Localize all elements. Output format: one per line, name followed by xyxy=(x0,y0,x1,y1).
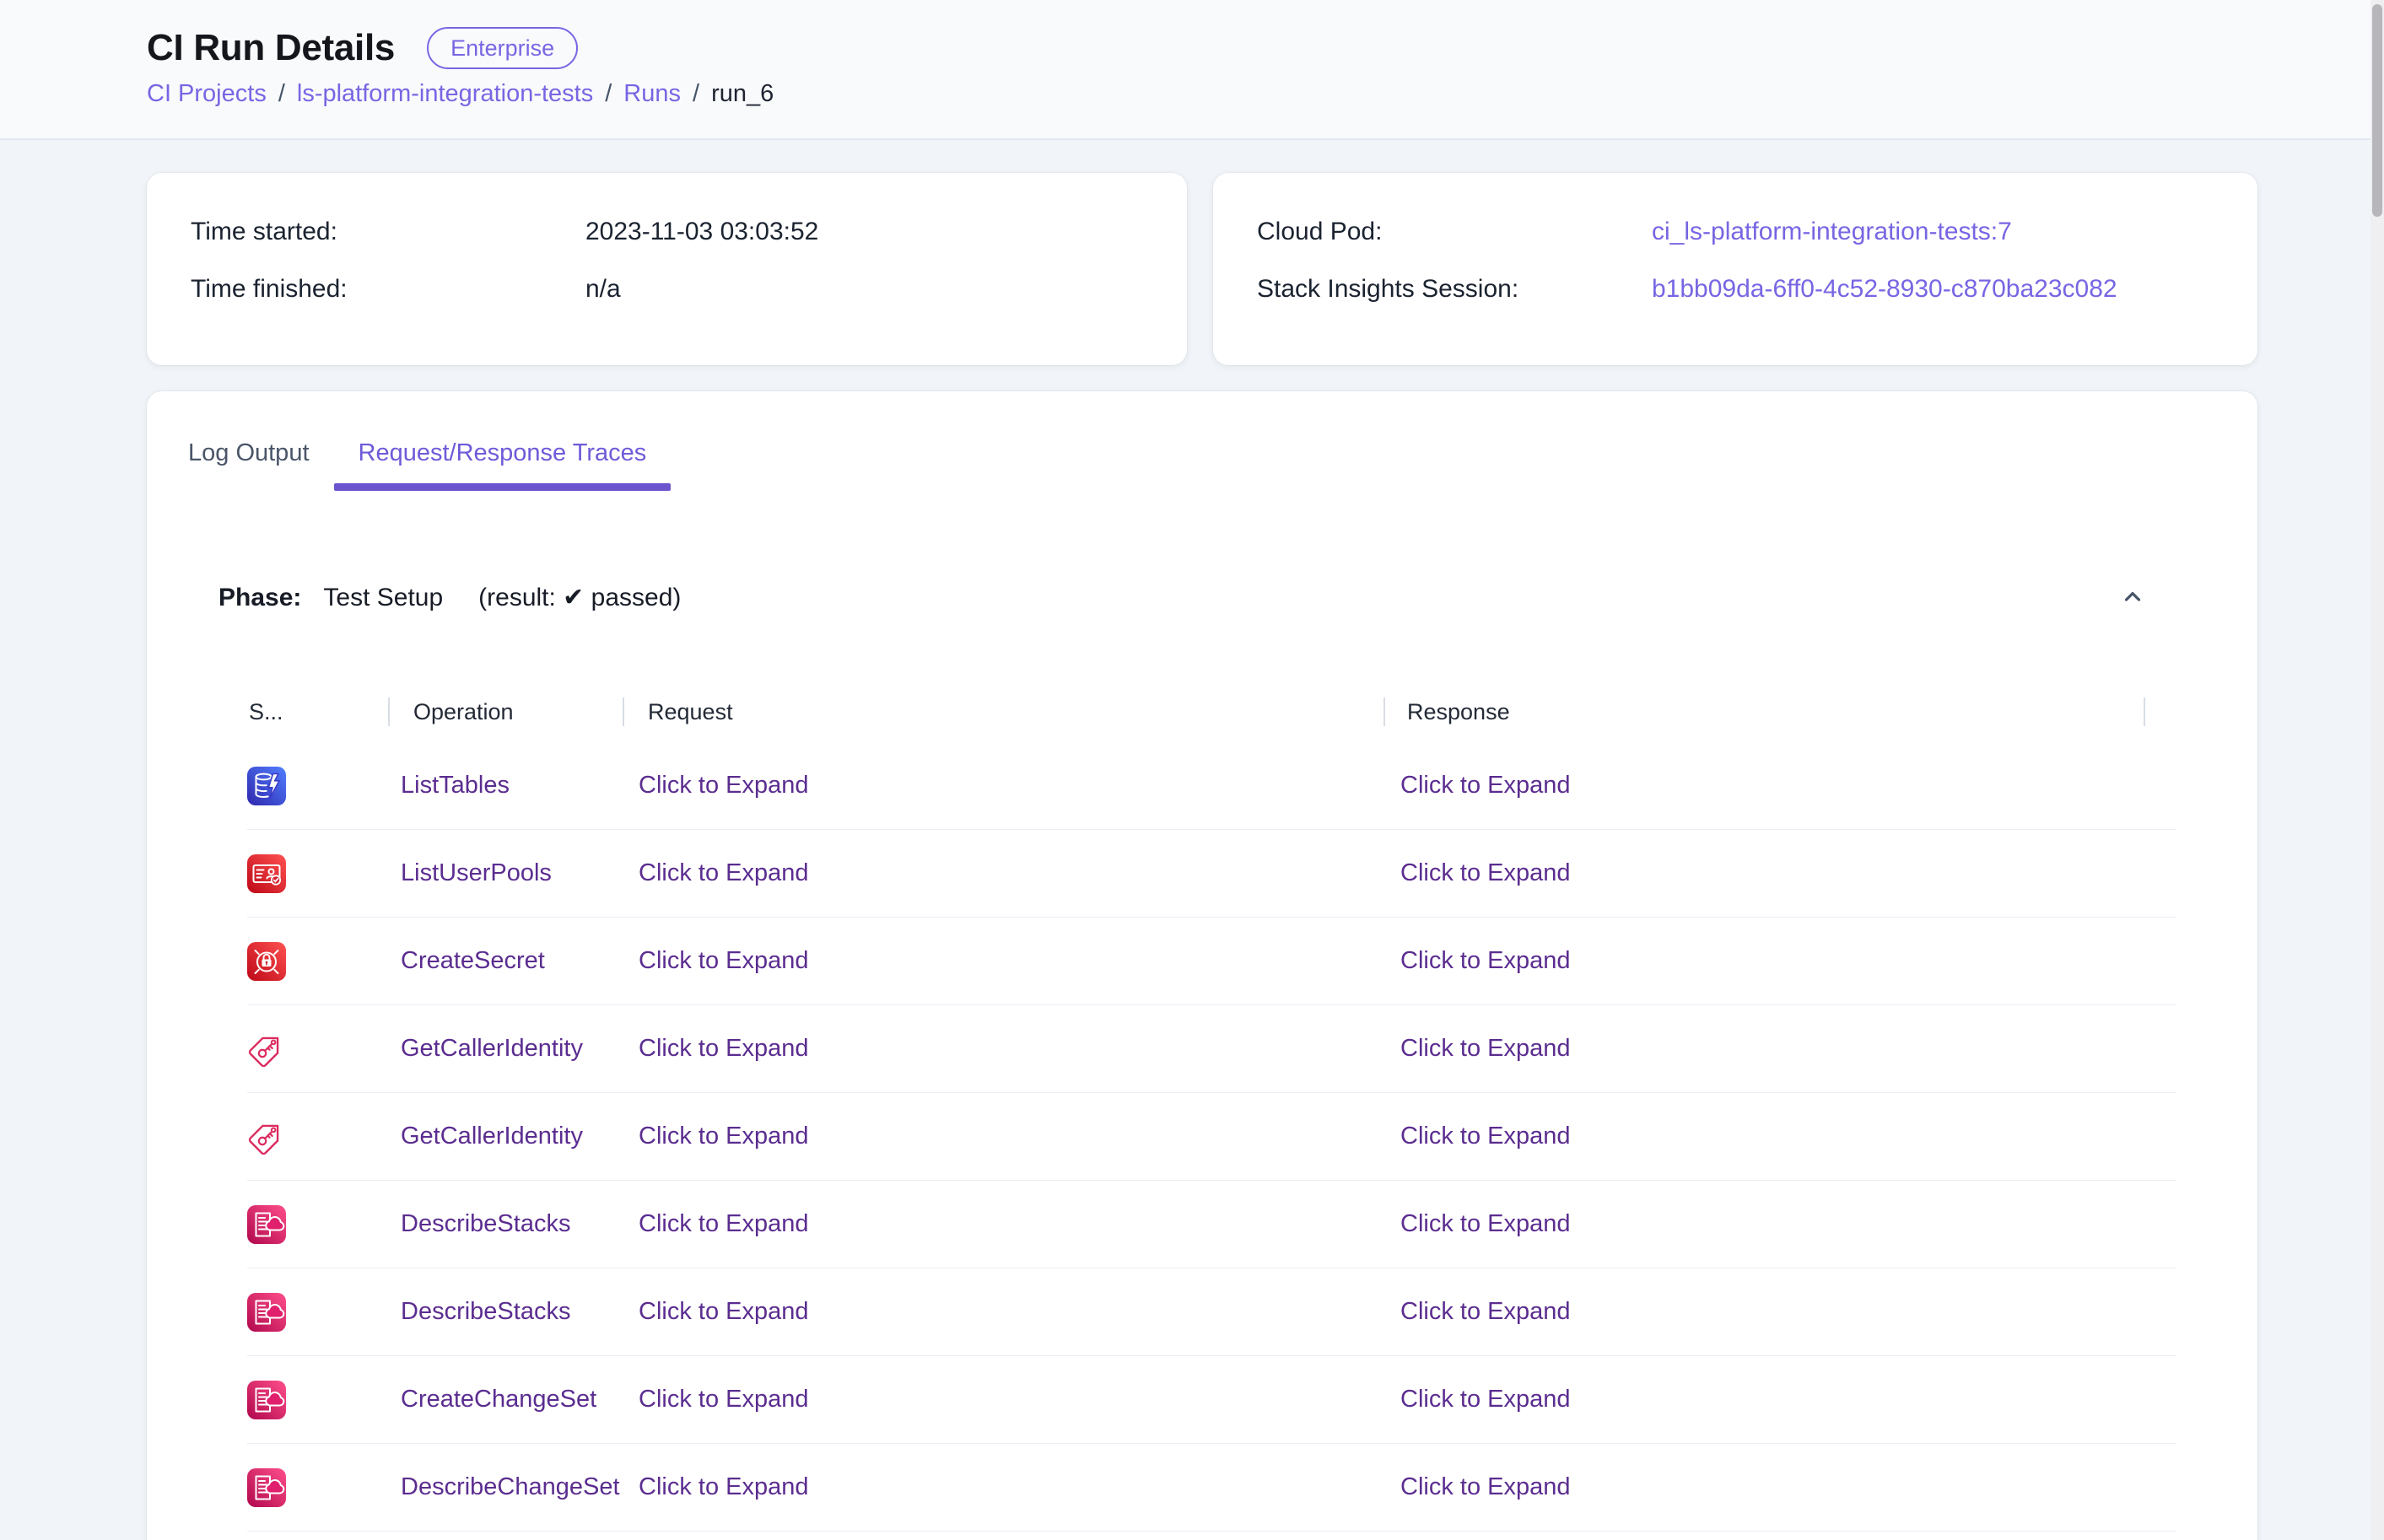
request-expand-link[interactable]: Click to Expand xyxy=(639,1210,809,1238)
operation-label: ListUserPools xyxy=(401,859,552,887)
time-started-value: 2023-11-03 03:03:52 xyxy=(585,215,818,249)
phase-title: Phase: Test Setup (result: ✔ passed) xyxy=(218,583,681,612)
tab-label: Request/Response Traces xyxy=(359,439,647,467)
stack-insights-link[interactable]: b1bb09da-6ff0-4c52-8930-c870ba23c082 xyxy=(1652,272,2117,306)
table-row: ListTables Click to Expand Click to Expa… xyxy=(247,742,2176,830)
breadcrumb-separator: / xyxy=(278,80,285,108)
dynamodb-icon xyxy=(247,767,286,805)
run-times-card: Time started: 2023-11-03 03:03:52 Time f… xyxy=(147,173,1187,365)
tab-bar: Log Output Request/Response Traces xyxy=(164,415,2257,491)
request-expand-link[interactable]: Click to Expand xyxy=(639,1123,809,1150)
summary-cards-row: Time started: 2023-11-03 03:03:52 Time f… xyxy=(147,173,2384,365)
response-expand-link[interactable]: Click to Expand xyxy=(1400,1386,1571,1413)
breadcrumb-separator: / xyxy=(605,80,612,108)
table-body: ListTables Click to Expand Click to Expa… xyxy=(247,742,2176,1532)
title-row: CI Run Details Enterprise xyxy=(147,24,2384,73)
secretsmanager-icon xyxy=(247,942,286,981)
sts-icon xyxy=(247,1117,286,1156)
time-finished-label: Time finished: xyxy=(191,272,585,306)
page-title: CI Run Details xyxy=(147,27,395,69)
enterprise-badge: Enterprise xyxy=(427,27,578,69)
request-expand-link[interactable]: Click to Expand xyxy=(639,1035,809,1063)
operation-label: DescribeChangeSet xyxy=(401,1473,620,1501)
breadcrumb-project[interactable]: ls-platform-integration-tests xyxy=(297,80,593,108)
request-expand-link[interactable]: Click to Expand xyxy=(639,1298,809,1326)
breadcrumb-separator: / xyxy=(693,80,699,108)
column-header-service: S... xyxy=(247,699,388,725)
phase-name: Test Setup xyxy=(323,584,443,612)
cloudformation-icon xyxy=(247,1205,286,1244)
operation-label: GetCallerIdentity xyxy=(401,1035,583,1063)
operation-label: CreateSecret xyxy=(401,947,545,975)
response-expand-link[interactable]: Click to Expand xyxy=(1400,1210,1571,1238)
response-expand-link[interactable]: Click to Expand xyxy=(1400,772,1571,800)
response-expand-link[interactable]: Click to Expand xyxy=(1400,1473,1571,1501)
cloud-pod-row: Cloud Pod: ci_ls-platform-integration-te… xyxy=(1257,215,2257,249)
operation-label: DescribeStacks xyxy=(401,1298,570,1326)
breadcrumb-runs[interactable]: Runs xyxy=(623,80,681,108)
request-expand-link[interactable]: Click to Expand xyxy=(639,772,809,800)
stack-insights-label: Stack Insights Session: xyxy=(1257,272,1652,306)
column-separator xyxy=(2144,697,2145,726)
chevron-up-icon xyxy=(2120,584,2145,610)
page-scrollbar-thumb[interactable] xyxy=(2372,4,2382,217)
operation-label: ListTables xyxy=(401,772,510,800)
phase-label: Phase: xyxy=(218,584,301,612)
breadcrumb-current-run: run_6 xyxy=(711,80,774,108)
breadcrumb: CI Projects / ls-platform-integration-te… xyxy=(147,80,2384,108)
time-finished-value: n/a xyxy=(585,272,621,306)
phase-result: (result: ✔ passed) xyxy=(478,583,681,612)
table-row: CreateChangeSet Click to Expand Click to… xyxy=(247,1356,2176,1444)
active-tab-indicator xyxy=(334,483,672,491)
time-started-label: Time started: xyxy=(191,215,585,249)
time-started-row: Time started: 2023-11-03 03:03:52 xyxy=(191,215,1187,249)
operation-label: DescribeStacks xyxy=(401,1210,570,1238)
trace-table: S... Operation Request Response xyxy=(247,695,2176,1532)
collapse-phase-button[interactable] xyxy=(2117,582,2148,612)
table-header-row: S... Operation Request Response xyxy=(247,695,2176,729)
column-header-response: Response xyxy=(1385,699,2144,725)
run-links-card: Cloud Pod: ci_ls-platform-integration-te… xyxy=(1213,173,2257,365)
sts-icon xyxy=(247,1030,286,1069)
page-header: CI Run Details Enterprise CI Projects / … xyxy=(0,0,2384,140)
page-scrollbar-track xyxy=(2371,0,2384,1540)
cloudformation-icon xyxy=(247,1468,286,1507)
table-row: CreateSecret Click to Expand Click to Ex… xyxy=(247,918,2176,1005)
table-row: DescribeStacks Click to Expand Click to … xyxy=(247,1181,2176,1268)
cloud-pod-label: Cloud Pod: xyxy=(1257,215,1652,249)
stack-insights-row: Stack Insights Session: b1bb09da-6ff0-4c… xyxy=(1257,272,2257,306)
time-finished-row: Time finished: n/a xyxy=(191,272,1187,306)
breadcrumb-ci-projects[interactable]: CI Projects xyxy=(147,80,267,108)
table-row: GetCallerIdentity Click to Expand Click … xyxy=(247,1005,2176,1093)
request-expand-link[interactable]: Click to Expand xyxy=(639,1473,809,1501)
operation-label: CreateChangeSet xyxy=(401,1386,596,1413)
column-header-request: Request xyxy=(624,699,1383,725)
tab-log-output[interactable]: Log Output xyxy=(164,415,334,491)
request-expand-link[interactable]: Click to Expand xyxy=(639,859,809,887)
response-expand-link[interactable]: Click to Expand xyxy=(1400,947,1571,975)
phase-header: Phase: Test Setup (result: ✔ passed) xyxy=(218,582,2148,612)
table-row: DescribeChangeSet Click to Expand Click … xyxy=(247,1444,2176,1532)
cloud-pod-link[interactable]: ci_ls-platform-integration-tests:7 xyxy=(1652,215,2012,249)
response-expand-link[interactable]: Click to Expand xyxy=(1400,1123,1571,1150)
operation-label: GetCallerIdentity xyxy=(401,1123,583,1150)
table-row: GetCallerIdentity Click to Expand Click … xyxy=(247,1093,2176,1181)
request-expand-link[interactable]: Click to Expand xyxy=(639,1386,809,1413)
response-expand-link[interactable]: Click to Expand xyxy=(1400,1035,1571,1063)
column-header-operation: Operation xyxy=(390,699,623,725)
table-row: DescribeStacks Click to Expand Click to … xyxy=(247,1268,2176,1356)
response-expand-link[interactable]: Click to Expand xyxy=(1400,1298,1571,1326)
cognito-icon xyxy=(247,854,286,893)
tab-request-response-traces[interactable]: Request/Response Traces xyxy=(334,415,672,491)
cloudformation-icon xyxy=(247,1381,286,1419)
cloudformation-icon xyxy=(247,1293,286,1332)
traces-card: Log Output Request/Response Traces Phase… xyxy=(147,391,2257,1540)
table-row: ListUserPools Click to Expand Click to E… xyxy=(247,830,2176,918)
response-expand-link[interactable]: Click to Expand xyxy=(1400,859,1571,887)
request-expand-link[interactable]: Click to Expand xyxy=(639,947,809,975)
